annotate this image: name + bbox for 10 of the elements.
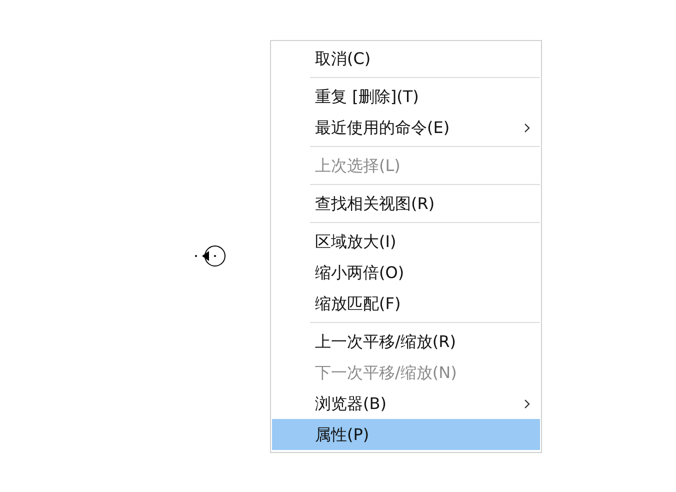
menu-item[interactable]: 浏览器(B): [272, 388, 540, 419]
menu-item[interactable]: 属性(P): [272, 419, 540, 450]
menu-item[interactable]: 重复 [删除](T): [272, 81, 540, 112]
menu-item[interactable]: 查找相关视图(R): [272, 188, 540, 219]
menu-item[interactable]: 取消(C): [272, 43, 540, 74]
menu-item[interactable]: 区域放大(I): [272, 226, 540, 257]
menu-item[interactable]: 缩小两倍(O): [272, 257, 540, 288]
menu-item[interactable]: 缩放匹配(F): [272, 288, 540, 319]
menu-item[interactable]: 最近使用的命令(E): [272, 112, 540, 143]
menu-item[interactable]: 上一次平移/缩放(R): [272, 326, 540, 357]
